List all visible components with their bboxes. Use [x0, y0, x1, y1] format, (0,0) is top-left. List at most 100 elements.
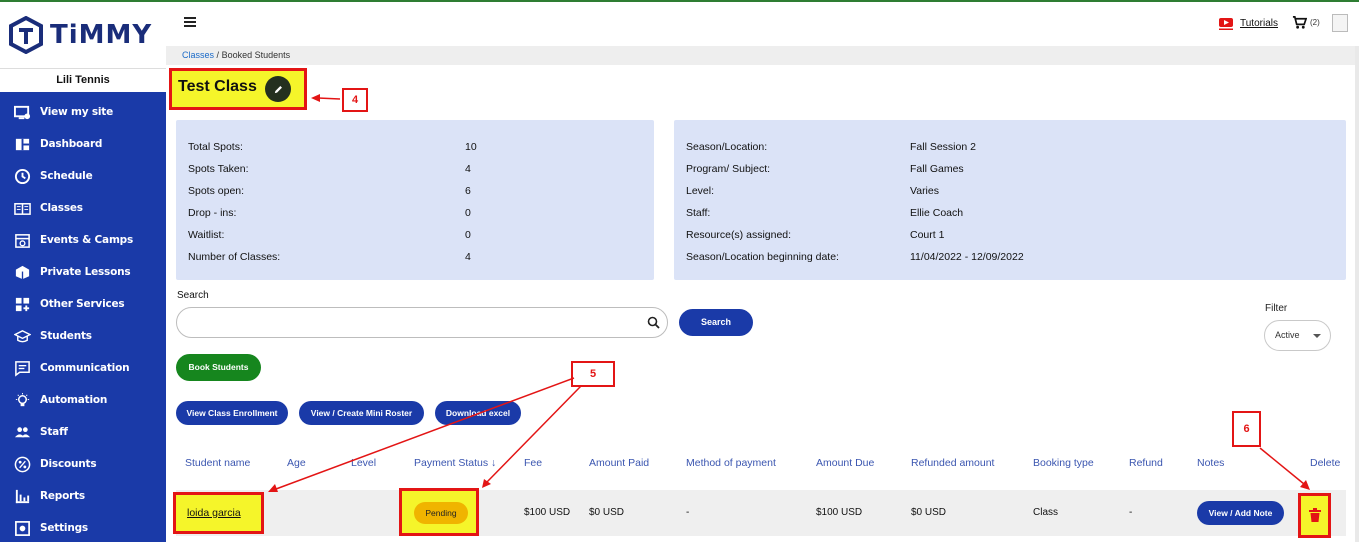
sidebar-item-label: Settings — [40, 522, 88, 534]
sidebar-item-dashboard[interactable]: Dashboard — [0, 128, 166, 160]
sidebar-item-classes[interactable]: Classes — [0, 192, 166, 224]
cell-refunded: $0 USD — [911, 507, 947, 518]
bar-chart-icon — [13, 487, 31, 505]
settings-icon — [13, 519, 31, 537]
column-header-delete[interactable]: Delete — [1310, 457, 1340, 469]
brand-name: TiMMY — [50, 20, 153, 50]
box-icon — [13, 263, 31, 281]
search-button[interactable]: Search — [679, 309, 753, 336]
sidebar-nav: View my site Dashboard Schedule Classes … — [0, 96, 166, 542]
sidebar-item-staff[interactable]: Staff — [0, 416, 166, 448]
breadcrumb-current: Booked Students — [221, 50, 291, 60]
download-excel-button[interactable]: Download excel — [435, 401, 521, 425]
sidebar-item-other-services[interactable]: Other Services — [0, 288, 166, 320]
sidebar-item-label: Classes — [40, 202, 83, 214]
sidebar-item-settings[interactable]: Settings — [0, 512, 166, 542]
column-header-amount-paid[interactable]: Amount Paid — [589, 457, 649, 469]
percent-icon — [13, 455, 31, 473]
column-header-amount-due[interactable]: Amount Due — [816, 457, 874, 469]
sidebar-item-automation[interactable]: Automation — [0, 384, 166, 416]
grid-plus-icon — [13, 295, 31, 313]
sidebar-item-private-lessons[interactable]: Private Lessons — [0, 256, 166, 288]
student-name-link[interactable]: loida garcia — [187, 507, 241, 519]
column-header-level[interactable]: Level — [351, 457, 376, 469]
monitor-icon — [13, 103, 31, 121]
hamburger-menu-icon[interactable] — [184, 17, 196, 27]
sidebar-item-label: Events & Camps — [40, 234, 134, 246]
cell-refund: - — [1129, 507, 1133, 518]
column-header-payment-status[interactable]: Payment Status ↓ — [414, 457, 496, 469]
cell-booking-type: Class — [1033, 507, 1059, 518]
column-header-student-name[interactable]: Student name — [185, 457, 250, 469]
trash-icon[interactable] — [1309, 508, 1321, 522]
sidebar-item-label: Other Services — [40, 298, 125, 310]
sidebar-item-events-camps[interactable]: Events & Camps — [0, 224, 166, 256]
page-title: Test Class — [178, 78, 257, 95]
search-icon — [647, 316, 660, 329]
search-label: Search — [177, 290, 209, 301]
cell-method: - — [686, 507, 690, 518]
column-header-method[interactable]: Method of payment — [686, 457, 776, 469]
logo[interactable]: TiMMY — [0, 2, 166, 68]
sidebar-item-schedule[interactable]: Schedule — [0, 160, 166, 192]
column-header-fee[interactable]: Fee — [524, 457, 542, 469]
column-header-refund[interactable]: Refund — [1129, 457, 1163, 469]
sidebar-item-communication[interactable]: Communication — [0, 352, 166, 384]
sidebar: TiMMY Lili Tennis View my site Dashboard… — [0, 2, 166, 542]
tutorials-link[interactable]: Tutorials — [1218, 15, 1278, 31]
dashboard-icon — [13, 135, 31, 153]
bulb-icon — [13, 391, 31, 409]
sidebar-item-label: Students — [40, 330, 92, 342]
calendar-icon — [13, 231, 31, 249]
account-name: Lili Tennis — [0, 68, 166, 92]
sidebar-item-label: Schedule — [40, 170, 93, 182]
tutorials-label: Tutorials — [1240, 17, 1278, 29]
view-add-note-button[interactable]: View / Add Note — [1197, 501, 1284, 525]
cart-icon — [1292, 16, 1307, 29]
cart-button[interactable]: (2) — [1292, 15, 1320, 30]
sidebar-item-students[interactable]: Students — [0, 320, 166, 352]
top-bar: Tutorials (2) — [166, 2, 1359, 46]
breadcrumb: Classes / Booked Students — [166, 46, 1359, 65]
pencil-icon — [274, 85, 282, 93]
annotation-callout-4: 4 — [342, 88, 368, 112]
avatar[interactable] — [1332, 14, 1348, 32]
sidebar-item-label: View my site — [40, 106, 114, 118]
annotation-callout-6: 6 — [1232, 411, 1261, 447]
breadcrumb-classes-link[interactable]: Classes — [182, 50, 214, 60]
filter-select[interactable]: Active — [1264, 320, 1331, 351]
view-class-enrollment-button[interactable]: View Class Enrollment — [176, 401, 288, 425]
sidebar-item-label: Private Lessons — [40, 266, 131, 278]
class-details-card: Season/Location: Fall Session 2 Program/ … — [674, 120, 1346, 280]
edit-class-button[interactable] — [265, 76, 291, 102]
sidebar-item-reports[interactable]: Reports — [0, 480, 166, 512]
mini-roster-button[interactable]: View / Create Mini Roster — [299, 401, 424, 425]
delete-highlight — [1298, 493, 1331, 538]
status-badge[interactable]: Pending — [414, 502, 468, 524]
book-icon — [13, 199, 31, 217]
cell-fee: $100 USD — [524, 507, 571, 518]
sidebar-item-view-my-site[interactable]: View my site — [0, 96, 166, 128]
people-icon — [13, 423, 31, 441]
spots-summary-card: Total Spots: 10 Spots Taken: 4 Spots open:… — [176, 120, 654, 280]
sidebar-item-label: Staff — [40, 426, 68, 438]
clock-icon — [13, 167, 31, 185]
cart-count: (2) — [1310, 18, 1320, 27]
cell-amount-paid: $0 USD — [589, 507, 625, 518]
column-header-notes[interactable]: Notes — [1197, 457, 1224, 469]
sidebar-item-label: Dashboard — [40, 138, 103, 150]
column-header-booking-type[interactable]: Booking type — [1033, 457, 1094, 469]
sidebar-item-label: Reports — [40, 490, 85, 502]
cell-amount-due: $100 USD — [816, 507, 863, 518]
sidebar-item-label: Automation — [40, 394, 108, 406]
payment-status-highlight: Pending — [399, 488, 479, 536]
message-icon — [13, 359, 31, 377]
search-input[interactable] — [176, 307, 668, 338]
annotation-callout-5: 5 — [571, 361, 615, 387]
page-scrollbar[interactable] — [1355, 46, 1359, 542]
column-header-age[interactable]: Age — [287, 457, 306, 469]
sidebar-item-discounts[interactable]: Discounts — [0, 448, 166, 480]
column-header-refunded[interactable]: Refunded amount — [911, 457, 994, 469]
chevron-down-icon — [1313, 334, 1321, 338]
book-students-button[interactable]: Book Students — [176, 354, 261, 381]
